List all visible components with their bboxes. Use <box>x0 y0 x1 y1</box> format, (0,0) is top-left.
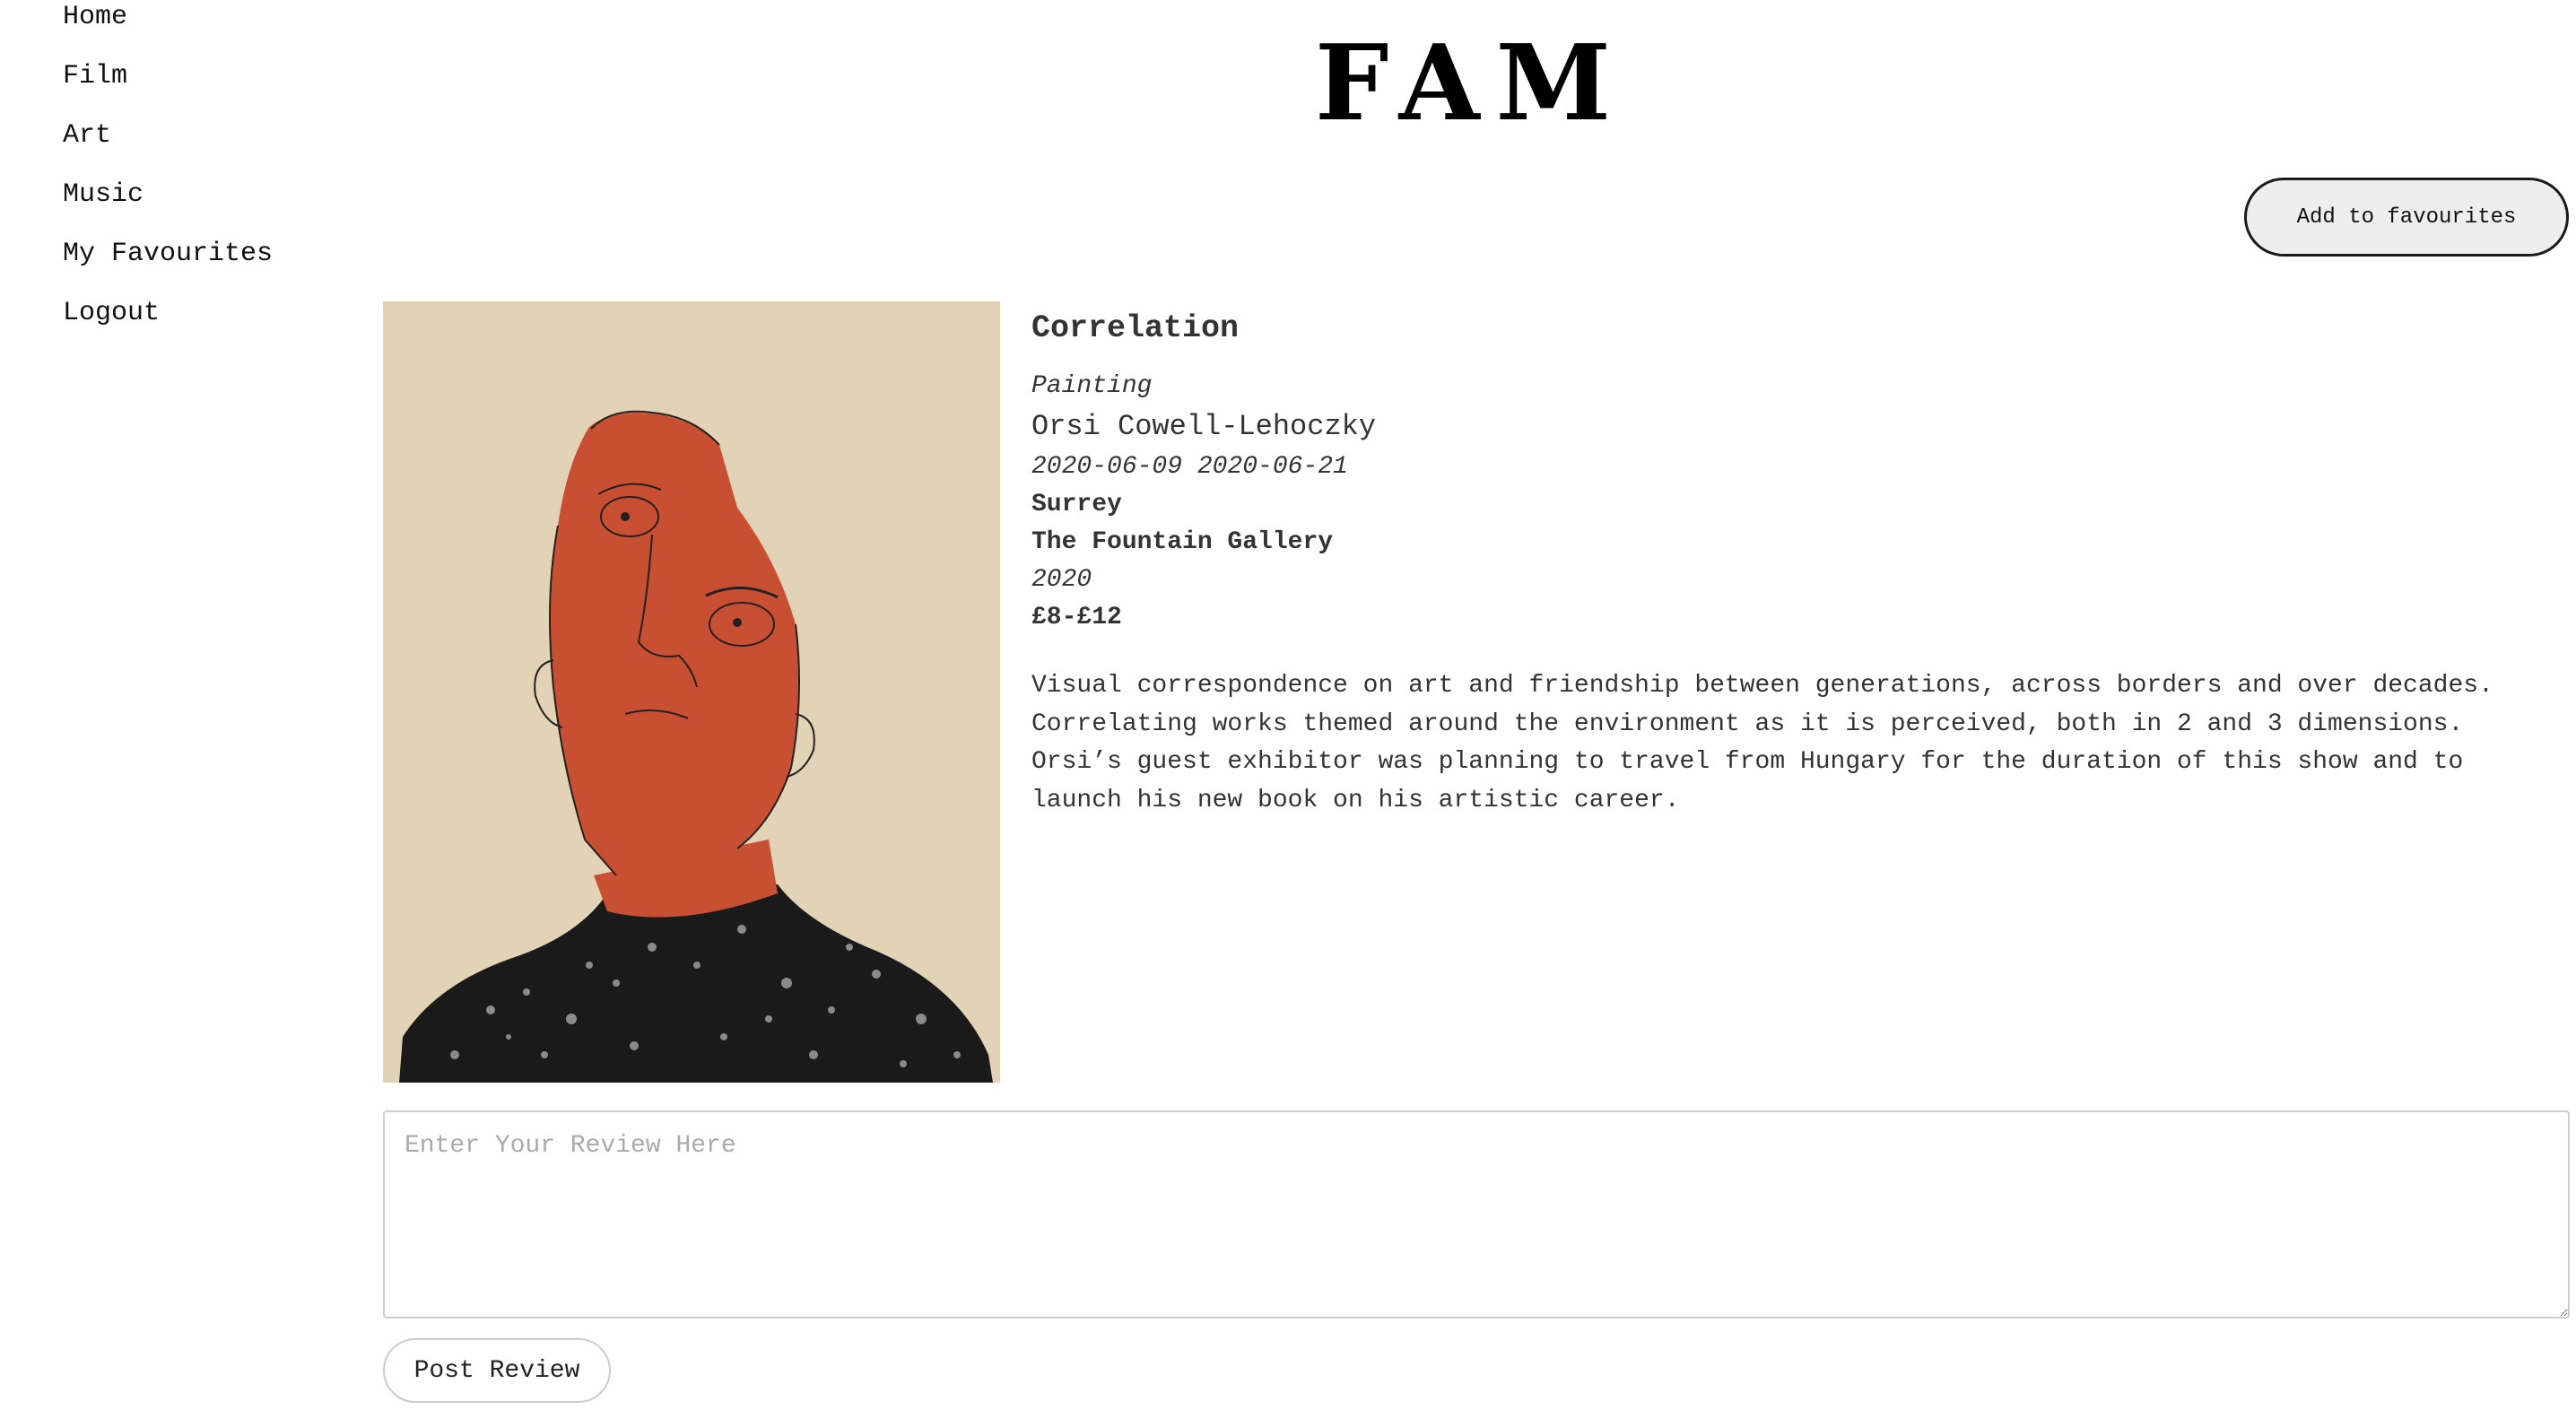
nav-item-music: Music <box>63 165 273 224</box>
nav-link-logout[interactable]: Logout <box>63 298 160 328</box>
nav-item-art: Art <box>63 106 273 165</box>
event-title: Correlation <box>1031 310 1240 346</box>
post-review-button[interactable]: Post Review <box>383 1338 611 1403</box>
event-artist: Orsi Cowell-Lehoczky <box>1031 410 1377 443</box>
nav-item-logout: Logout <box>63 283 273 343</box>
nav-item-home: Home <box>63 0 273 47</box>
event-details: Correlation Painting Orsi Cowell-Lehoczk… <box>1031 305 2556 820</box>
event-year: 2020 <box>1031 566 1092 594</box>
artwork-image <box>383 301 1000 1083</box>
nav-item-film: Film <box>63 47 273 106</box>
main-nav: Home Film Art Music My Favourites Logout <box>63 0 273 343</box>
nav-link-favourites[interactable]: My Favourites <box>63 239 273 269</box>
review-input[interactable] <box>383 1110 2570 1319</box>
event-price: £8-£12 <box>1031 604 1122 631</box>
nav-link-art[interactable]: Art <box>63 120 111 151</box>
event-dates: 2020-06-09 2020-06-21 <box>1031 453 1348 481</box>
add-to-favourites-button[interactable]: Add to favourites <box>2244 178 2569 257</box>
event-venue: The Fountain Gallery <box>1031 528 1334 556</box>
nav-item-favourites: My Favourites <box>63 224 273 283</box>
event-category: Painting <box>1031 372 1153 400</box>
nav-link-music[interactable]: Music <box>63 179 144 210</box>
site-logo: FAM <box>1315 22 1627 144</box>
event-description: Visual correspondence on art and friends… <box>1031 672 2493 814</box>
nav-link-film[interactable]: Film <box>63 61 127 91</box>
nav-link-home[interactable]: Home <box>63 2 127 32</box>
event-region: Surrey <box>1031 491 1122 518</box>
